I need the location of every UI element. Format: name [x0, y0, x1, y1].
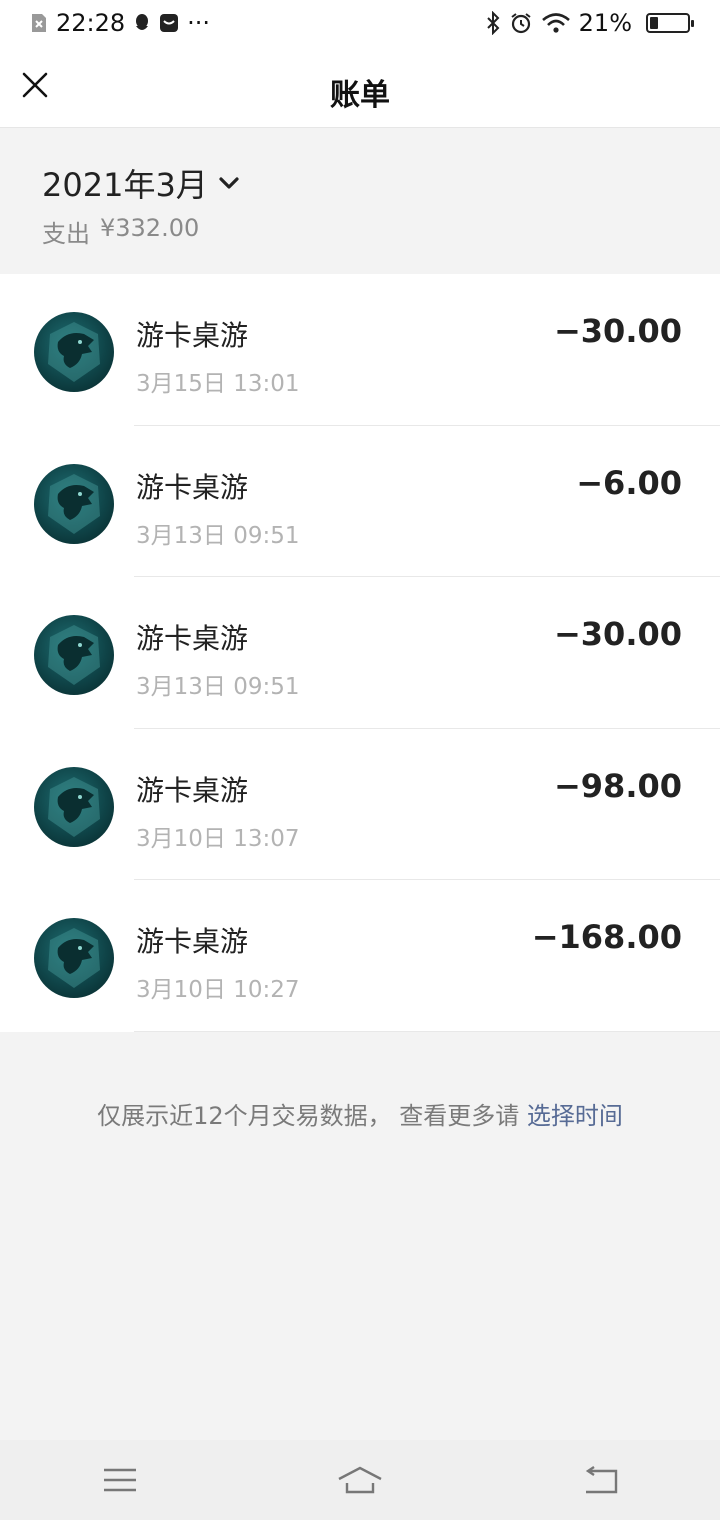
battery-level	[650, 17, 658, 29]
transaction-list: 游卡桌游 3月15日 13:01 −30.00 游卡桌游 3月13日 09:51…	[0, 274, 720, 1032]
merchant-avatar	[34, 918, 114, 998]
battery-percent: 21%	[578, 9, 632, 37]
footer-note: 仅展示近12个月交易数据， 查看更多请 选择时间	[0, 1096, 720, 1131]
month-label: 2021年3月	[42, 166, 208, 204]
footer-note-text: 仅展示近12个月交易数据， 查看更多请	[97, 1102, 520, 1130]
dragon-logo-icon	[48, 928, 100, 988]
transaction-time: 3月10日 10:27	[136, 977, 300, 1003]
battery-icon	[646, 13, 694, 33]
wifi-icon	[541, 12, 571, 34]
sim-disabled-icon	[30, 12, 48, 34]
page-title: 账单	[330, 78, 390, 113]
chevron-down-icon	[219, 177, 239, 189]
transaction-time: 3月10日 13:07	[136, 825, 300, 852]
transaction-time: 3月13日 09:51	[136, 674, 300, 700]
transaction-item[interactable]: 游卡桌游 3月13日 09:51 −30.00	[0, 577, 720, 729]
system-nav-bar	[0, 1440, 720, 1520]
month-selector[interactable]: 2021年3月	[42, 160, 240, 206]
expense-amount: ¥332.00	[100, 214, 200, 242]
alarm-icon	[509, 11, 533, 35]
transaction-item[interactable]: 游卡桌游 3月10日 13:07 −98.00	[0, 729, 720, 880]
transaction-amount: −30.00	[553, 312, 682, 350]
dragon-logo-icon	[48, 322, 100, 382]
transaction-amount: −6.00	[576, 463, 682, 502]
dragon-logo-icon	[48, 625, 100, 685]
transaction-amount: −98.00	[553, 766, 682, 805]
home-icon	[338, 1466, 382, 1494]
bluetooth-icon	[485, 11, 501, 35]
transaction-amount: −168.00	[531, 918, 682, 956]
menu-icon	[104, 1468, 136, 1492]
expense-label: 支出	[42, 220, 90, 248]
qq-icon	[133, 12, 151, 34]
back-button[interactable]	[570, 1460, 630, 1500]
merchant-name: 游卡桌游	[136, 622, 249, 655]
dragon-logo-icon	[48, 776, 100, 837]
back-icon	[585, 1466, 618, 1494]
merchant-name: 游卡桌游	[136, 319, 249, 352]
select-time-link[interactable]: 选择时间	[527, 1102, 623, 1130]
transaction-time: 3月15日 13:01	[136, 371, 300, 397]
home-button[interactable]	[330, 1460, 390, 1500]
transaction-item[interactable]: 游卡桌游 3月10日 10:27 −168.00	[0, 880, 720, 1032]
merchant-avatar	[34, 463, 114, 544]
merchant-avatar	[34, 615, 114, 695]
menu-button[interactable]	[90, 1460, 150, 1500]
month-header: 2021年3月 支出 ¥332.00	[0, 128, 720, 274]
merchant-avatar	[34, 312, 114, 392]
merchant-name: 游卡桌游	[136, 925, 249, 958]
transaction-item[interactable]: 游卡桌游 3月13日 09:51 −6.00	[0, 426, 720, 577]
merchant-avatar	[34, 766, 114, 847]
expense-summary: 支出 ¥332.00	[42, 214, 199, 249]
message-icon	[159, 13, 179, 33]
divider	[134, 1030, 720, 1032]
transaction-amount: −30.00	[553, 615, 682, 653]
status-time: 22:28	[56, 9, 126, 37]
merchant-name: 游卡桌游	[136, 470, 249, 504]
transaction-time: 3月13日 09:51	[136, 522, 300, 549]
merchant-name: 游卡桌游	[136, 773, 249, 807]
status-bar: 22:28 ··· 21%	[0, 0, 720, 46]
dragon-logo-icon	[48, 473, 100, 534]
status-bar-right: 21%	[485, 9, 694, 37]
more-notifications-indicator: ···	[187, 9, 211, 37]
transaction-item[interactable]: 游卡桌游 3月15日 13:01 −30.00	[0, 274, 720, 426]
status-bar-left: 22:28 ···	[30, 9, 210, 37]
nav-bar: 账单	[0, 46, 720, 128]
